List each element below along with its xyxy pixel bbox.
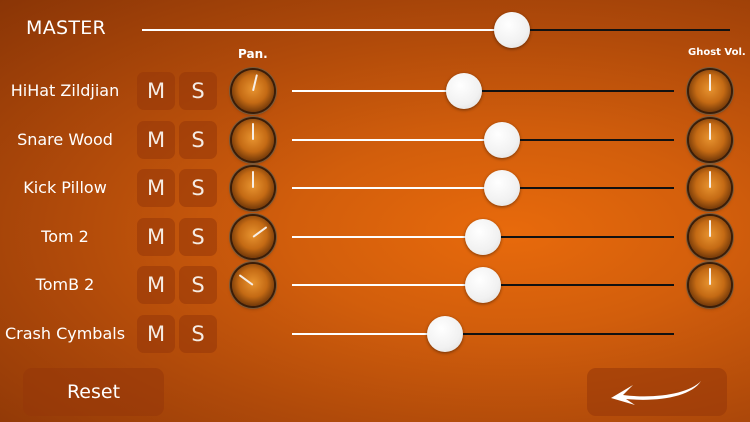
pan-knob[interactable] xyxy=(232,264,274,306)
track-volume-slider-track[interactable] xyxy=(292,333,674,335)
track-volume-slider-filled xyxy=(292,236,483,238)
track-name: Snare Wood xyxy=(17,130,113,149)
solo-button[interactable]: S xyxy=(179,315,217,353)
mute-button[interactable]: M xyxy=(137,72,175,110)
pan-knob-indicator xyxy=(252,74,258,92)
master-volume-slider-filled xyxy=(142,29,513,31)
mute-button[interactable]: M xyxy=(137,266,175,304)
solo-button[interactable]: S xyxy=(179,72,217,110)
back-arrow-icon xyxy=(611,381,701,405)
reset-button-label: Reset xyxy=(66,381,121,403)
ghost-volume-knob[interactable] xyxy=(689,167,731,209)
master-volume-slider-empty xyxy=(512,29,730,31)
solo-button[interactable]: S xyxy=(179,218,217,256)
track-volume-slider-empty xyxy=(483,236,674,238)
track-name: Crash Cymbals xyxy=(4,324,126,343)
master-volume-slider-thumb[interactable] xyxy=(494,12,531,48)
back-button[interactable] xyxy=(587,368,727,416)
solo-button[interactable]: S xyxy=(179,169,217,207)
track-volume-slider-empty xyxy=(463,90,674,92)
mute-button[interactable]: M xyxy=(137,169,175,207)
ghost-volume-knob[interactable] xyxy=(689,70,731,112)
track-volume-slider-empty xyxy=(502,187,674,189)
master-label: MASTER xyxy=(26,17,107,39)
pan-knob[interactable] xyxy=(232,216,274,258)
track-name: Tom 2 xyxy=(41,227,89,246)
track-volume-slider-filled xyxy=(292,139,503,141)
track-volume-slider-thumb[interactable] xyxy=(465,219,501,255)
ghost-volume-knob-indicator xyxy=(709,171,711,188)
track-volume-slider-empty xyxy=(483,284,674,286)
ghost-volume-knob-indicator xyxy=(709,220,711,237)
ghost-volume-knob[interactable] xyxy=(689,264,731,306)
track-volume-slider-track[interactable] xyxy=(292,90,674,92)
track-volume-slider-empty xyxy=(502,139,674,141)
track-volume-slider-thumb[interactable] xyxy=(484,122,521,158)
pan-knob-indicator xyxy=(252,123,254,140)
track-volume-slider-filled xyxy=(292,187,503,189)
track-volume-slider-track[interactable] xyxy=(292,139,674,141)
pan-knob[interactable] xyxy=(232,119,274,161)
track-name: HiHat Zildjian xyxy=(10,81,120,100)
track-name: Kick Pillow xyxy=(23,178,107,197)
pan-knob-indicator xyxy=(252,171,254,188)
track-volume-slider-filled xyxy=(292,333,445,335)
pan-header: Pan. xyxy=(238,47,268,61)
track-name: TomB 2 xyxy=(35,275,95,294)
track-volume-slider-empty xyxy=(444,333,674,335)
track-volume-slider-thumb[interactable] xyxy=(465,267,501,303)
track-volume-slider-track[interactable] xyxy=(292,187,674,189)
track-volume-slider-filled xyxy=(292,90,464,92)
master-volume-slider-track[interactable] xyxy=(142,29,730,31)
ghost-volume-knob-indicator xyxy=(709,268,711,285)
solo-button[interactable]: S xyxy=(179,121,217,159)
track-volume-slider-filled xyxy=(292,284,483,286)
pan-knob-indicator xyxy=(252,226,268,238)
ghost-volume-knob[interactable] xyxy=(689,119,731,161)
solo-button[interactable]: S xyxy=(179,266,217,304)
reset-button[interactable]: Reset xyxy=(23,368,164,416)
track-volume-slider-thumb[interactable] xyxy=(484,170,521,206)
mute-button[interactable]: M xyxy=(137,315,175,353)
ghost-volume-header: Ghost Vol. xyxy=(688,47,746,58)
track-volume-slider-thumb[interactable] xyxy=(426,316,463,352)
mute-button[interactable]: M xyxy=(137,121,175,159)
track-volume-slider-thumb[interactable] xyxy=(445,73,482,109)
ghost-volume-knob[interactable] xyxy=(689,216,731,258)
pan-knob[interactable] xyxy=(232,167,274,209)
mute-button[interactable]: M xyxy=(137,218,175,256)
pan-knob-indicator xyxy=(238,274,254,286)
pan-knob[interactable] xyxy=(232,70,274,112)
ghost-volume-knob-indicator xyxy=(709,74,711,91)
ghost-volume-knob-indicator xyxy=(709,123,711,140)
